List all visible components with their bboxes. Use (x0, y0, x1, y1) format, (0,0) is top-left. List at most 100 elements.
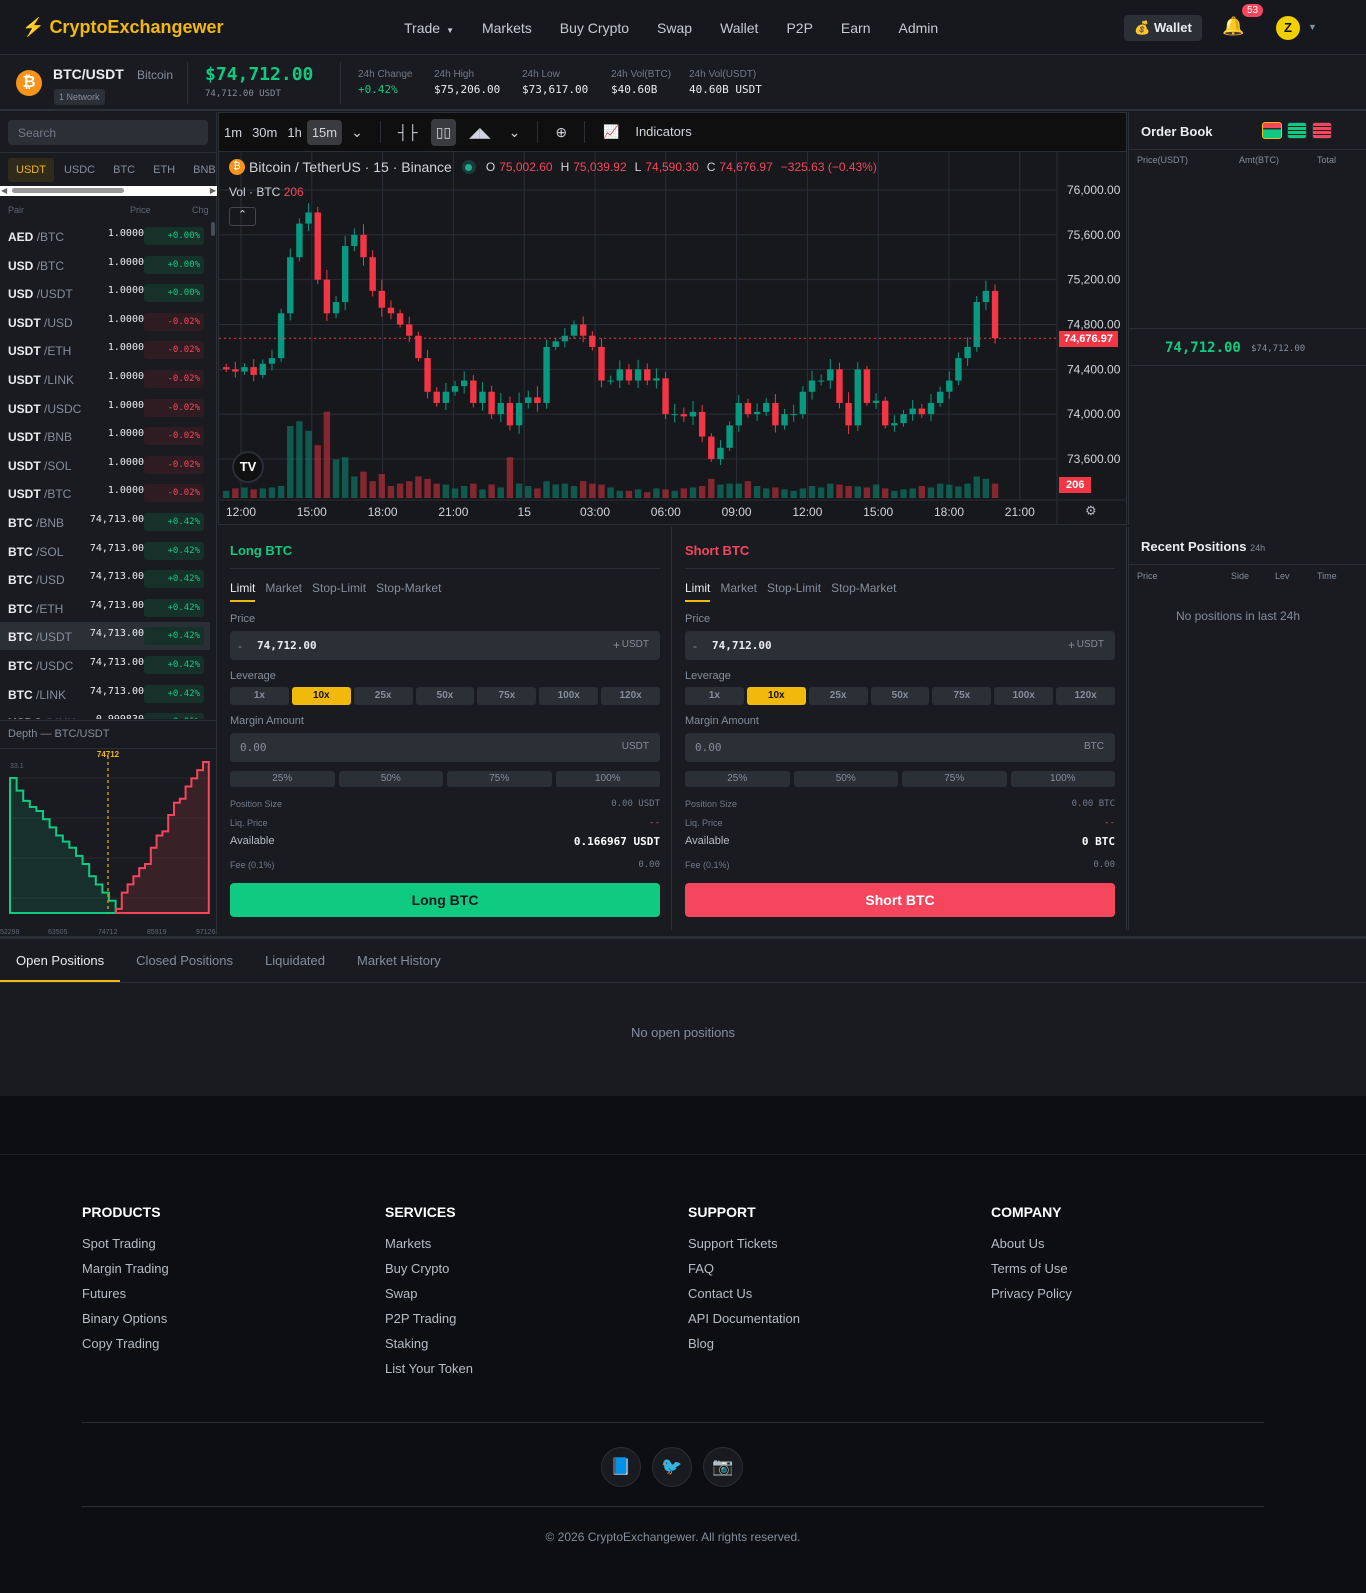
pair-row[interactable]: BTC /USDC 74,713.00 +0.42% (0, 651, 210, 679)
nav-link-buy-crypto[interactable]: Buy Crypto (560, 20, 629, 36)
candlestick-chart[interactable]: 76,000.00 75,600.00 75,200.00 74,800.00 74,4… (219, 152, 1126, 524)
order-type-limit[interactable]: Limit (230, 581, 256, 602)
increment-button[interactable]: + (613, 638, 620, 652)
quote-tab-usdt[interactable]: USDT (8, 158, 54, 182)
bird-icon[interactable]: 🐦 (652, 1447, 692, 1487)
footer-link[interactable]: List Your Token (385, 1361, 473, 1376)
interval-1h[interactable]: 1h (282, 120, 306, 145)
footer-link[interactable]: Spot Trading (82, 1236, 169, 1251)
book-icon[interactable]: 📘 (601, 1447, 641, 1487)
decrement-button[interactable]: - (238, 639, 242, 653)
footer-link[interactable]: Staking (385, 1336, 473, 1351)
footer-link[interactable]: Contact Us (688, 1286, 800, 1301)
avatar[interactable]: Z (1276, 16, 1300, 40)
decrement-button[interactable]: - (693, 639, 697, 653)
interval-1m[interactable]: 1m (219, 120, 247, 145)
footer-link[interactable]: Futures (82, 1286, 169, 1301)
leverage-100x[interactable]: 100x (994, 687, 1054, 705)
pair-row[interactable]: AED /BTC 1.0000 +0.00% (0, 222, 210, 250)
footer-link[interactable]: About Us (991, 1236, 1072, 1251)
asks-view-icon[interactable] (1312, 122, 1332, 139)
leverage-100x[interactable]: 100x (539, 687, 599, 705)
pair-row[interactable]: BTC /BNB 74,713.00 +0.42% (0, 508, 210, 536)
pair-row[interactable]: USDT /ETH 1.0000 -0.02% (0, 336, 210, 364)
order-type-limit[interactable]: Limit (685, 581, 711, 602)
add-compare-icon[interactable]: ⊕ (550, 119, 572, 146)
long-submit-button[interactable]: Long BTC (230, 883, 660, 917)
indicators-button[interactable]: 📈 Indicators (593, 119, 702, 145)
margin-input[interactable]: 0.00 BTC (685, 733, 1115, 762)
pair-row[interactable]: USDT /LINK 1.0000 -0.02% (0, 365, 210, 393)
footer-link[interactable]: Swap (385, 1286, 473, 1301)
pair-row[interactable]: USDT /USD 1.0000 -0.02% (0, 308, 210, 336)
increment-button[interactable]: + (1068, 638, 1075, 652)
both-sides-view-icon[interactable] (1262, 122, 1282, 139)
chevron-down-icon[interactable]: ▼ (1308, 22, 1317, 32)
percent-50[interactable]: 50% (793, 771, 898, 787)
quote-tab-eth[interactable]: ETH (145, 158, 183, 182)
pair-row[interactable]: USDT /BNB 1.0000 -0.02% (0, 422, 210, 450)
price-input[interactable]: - 74,712.00 + USDT (685, 631, 1115, 660)
tab-market-history[interactable]: Market History (341, 939, 457, 982)
brand-logo[interactable]: ⚡ CryptoExchangewer (22, 17, 224, 38)
order-type-stop-limit[interactable]: Stop-Limit (767, 581, 821, 602)
collapse-legend-button[interactable]: ⌃ (229, 207, 256, 226)
pair-row[interactable]: BTC /USDT 74,713.00 +0.42% (0, 622, 210, 651)
tab-open-positions[interactable]: Open Positions (0, 939, 121, 982)
pair-row[interactable]: BTC /ETH 74,713.00 +0.42% (0, 594, 210, 622)
short-submit-button[interactable]: Short BTC (685, 883, 1115, 917)
percent-100[interactable]: 100% (1010, 771, 1115, 787)
pair-row[interactable]: USDC /LINK 0.999830+0.01% (0, 708, 210, 719)
nav-link-swap[interactable]: Swap (657, 20, 692, 36)
footer-link[interactable]: FAQ (688, 1261, 800, 1276)
leverage-120x[interactable]: 120x (601, 687, 661, 705)
interval-dropdown-icon[interactable]: ⌄ (346, 119, 368, 146)
bell-icon[interactable]: 🔔 (1222, 16, 1244, 37)
quote-tab-usdc[interactable]: USDC (56, 158, 103, 182)
percent-50[interactable]: 50% (338, 771, 443, 787)
network-badge[interactable]: 1 Network (54, 89, 105, 105)
tab-closed-positions[interactable]: Closed Positions (120, 939, 249, 982)
percent-75[interactable]: 75% (447, 771, 552, 787)
nav-link-trade[interactable]: Trade ▼ (404, 20, 454, 36)
percent-100[interactable]: 100% (555, 771, 660, 787)
wallet-button[interactable]: 💰 Wallet (1124, 15, 1202, 41)
nav-link-markets[interactable]: Markets (482, 20, 532, 36)
footer-link[interactable]: Blog (688, 1336, 800, 1351)
tab-liquidated[interactable]: Liquidated (249, 939, 341, 982)
pair-row[interactable]: BTC /USD 74,713.00 +0.42% (0, 565, 210, 593)
leverage-10x[interactable]: 10x (291, 687, 351, 705)
leverage-1x[interactable]: 1x (685, 687, 744, 705)
area-chart-icon[interactable]: ◢◣ (464, 119, 496, 146)
footer-link[interactable]: Markets (385, 1236, 473, 1251)
percent-75[interactable]: 75% (902, 771, 1007, 787)
leverage-1x[interactable]: 1x (230, 687, 289, 705)
price-input[interactable]: - 74,712.00 + USDT (230, 631, 660, 660)
footer-link[interactable]: Support Tickets (688, 1236, 800, 1251)
pair-row[interactable]: BTC /SOL 74,713.00 +0.42% (0, 537, 210, 565)
order-type-market[interactable]: Market (720, 581, 757, 602)
pair-row[interactable]: USDT /BTC 1.0000 -0.02% (0, 479, 210, 507)
quote-tab-btc[interactable]: BTC (105, 158, 143, 182)
order-type-stop-market[interactable]: Stop-Market (831, 581, 896, 602)
nav-link-earn[interactable]: Earn (841, 20, 871, 36)
footer-link[interactable]: API Documentation (688, 1311, 800, 1326)
order-type-stop-market[interactable]: Stop-Market (376, 581, 441, 602)
leverage-75x[interactable]: 75x (932, 687, 992, 705)
nav-link-wallet[interactable]: Wallet (720, 20, 758, 36)
camera-icon[interactable]: 📷 (703, 1447, 743, 1487)
pair-row[interactable]: USD /USDT 1.0000 +0.00% (0, 279, 210, 307)
candles-icon[interactable]: ▯▯ (430, 118, 457, 146)
footer-link[interactable]: Binary Options (82, 1311, 169, 1326)
leverage-120x[interactable]: 120x (1056, 687, 1116, 705)
leverage-50x[interactable]: 50x (415, 687, 475, 705)
order-type-market[interactable]: Market (265, 581, 302, 602)
interval-15m[interactable]: 15m (306, 119, 343, 145)
tradingview-logo[interactable]: TV (232, 451, 264, 483)
margin-input[interactable]: 0.00 USDT (230, 733, 660, 762)
leverage-25x[interactable]: 25x (353, 687, 413, 705)
footer-link[interactable]: Margin Trading (82, 1261, 169, 1276)
footer-link[interactable]: Terms of Use (991, 1261, 1072, 1276)
search-input[interactable]: Search (8, 120, 208, 145)
leverage-75x[interactable]: 75x (477, 687, 537, 705)
